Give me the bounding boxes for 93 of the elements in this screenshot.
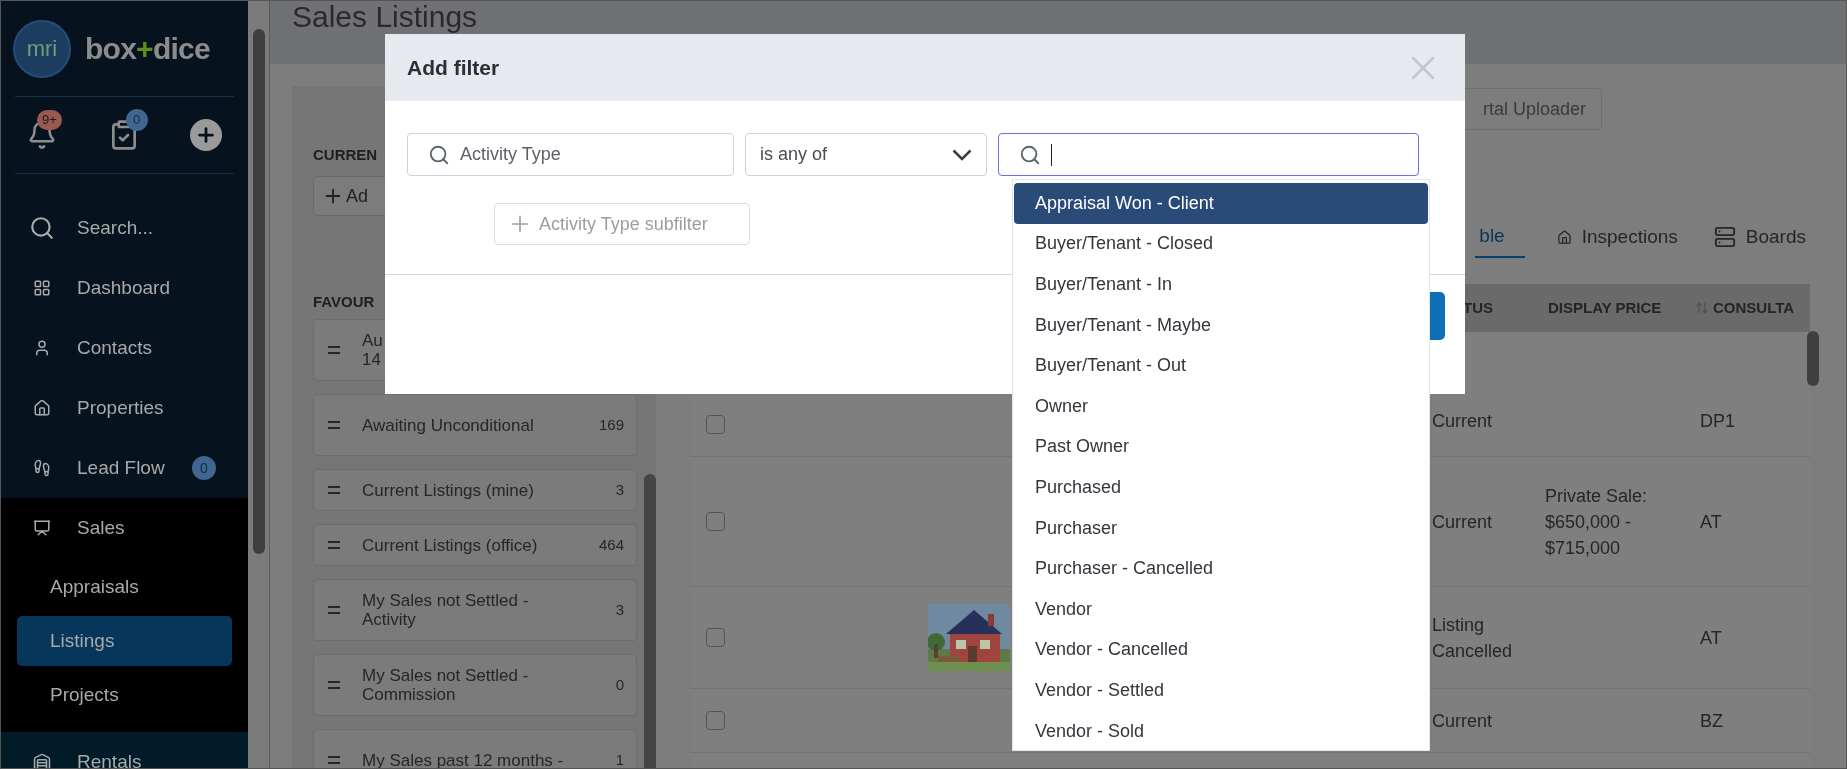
subnav-item[interactable]: Listings xyxy=(17,616,232,666)
search-icon xyxy=(29,215,55,241)
drag-handle-icon xyxy=(328,681,340,689)
section-heading: FAVOUR xyxy=(313,292,375,312)
drag-handle-icon xyxy=(328,486,340,494)
text-cursor xyxy=(1051,143,1052,166)
nav-label: Lead Flow xyxy=(77,455,165,480)
filter-name: My Sales not Settled - Activity xyxy=(362,591,530,629)
table-scrollbar xyxy=(1807,331,1819,386)
view-tab[interactable]: Inspections xyxy=(1552,216,1682,258)
dropdown-option[interactable]: Buyer/Tenant - Out xyxy=(1014,345,1428,386)
row-checkbox[interactable] xyxy=(705,711,725,730)
section-heading: CURREN xyxy=(313,145,378,165)
table-cell-text: DP1 xyxy=(1699,410,1736,433)
nav-item[interactable]: Search... xyxy=(1,198,248,258)
dropdown-option[interactable]: Buyer/Tenant - Maybe xyxy=(1014,304,1428,346)
filter-count: 1 xyxy=(615,749,624,768)
field-selector[interactable]: Activity Type xyxy=(407,133,734,176)
nav-item[interactable]: Sales xyxy=(1,498,248,558)
filter-count: 464 xyxy=(598,534,624,555)
nav-item[interactable]: Rentals xyxy=(1,732,248,768)
page-title: Sales Listings xyxy=(292,2,478,32)
dropdown-option[interactable]: Vendor - Cancelled xyxy=(1014,629,1428,671)
filter-name: Au 14 xyxy=(362,331,384,369)
sort-icon xyxy=(1695,301,1709,315)
favourite-filter[interactable]: My Sales not Settled - Commission 0 xyxy=(313,654,637,716)
search-icon xyxy=(1019,143,1041,166)
table-cell-text: Listing Cancelled xyxy=(1432,613,1514,663)
favourite-filter[interactable]: Awaiting Unconditional 169 xyxy=(313,394,637,456)
dropdown-option[interactable]: Purchaser - Cancelled xyxy=(1014,548,1428,589)
dropdown-option[interactable]: Purchaser xyxy=(1014,507,1428,549)
dropdown-option[interactable]: Buyer/Tenant - Closed xyxy=(1014,223,1428,265)
operator-select[interactable]: is any of xyxy=(745,133,987,176)
subnav-item[interactable]: Projects xyxy=(17,670,232,720)
table-cell-text: Private Sale: $650,000 - $715,000 xyxy=(1545,484,1649,560)
table-cell-text: Current xyxy=(1432,410,1494,433)
dropdown-option[interactable]: Vendor - Settled xyxy=(1014,670,1428,711)
row-checkbox[interactable] xyxy=(705,512,725,531)
count-badge: 0 xyxy=(192,456,216,480)
dropdown-option[interactable]: Vendor xyxy=(1014,588,1428,630)
drag-handle-icon xyxy=(328,541,340,549)
drag-handle-icon xyxy=(328,606,340,614)
dropdown-option[interactable]: Buyer/Tenant - In xyxy=(1014,264,1428,305)
filter-name: Awaiting Unconditional xyxy=(362,415,535,435)
value-search-field[interactable] xyxy=(998,133,1419,176)
plus-icon xyxy=(195,124,217,146)
table-cell-text: Current xyxy=(1432,510,1494,534)
dropdown-option[interactable]: Purchased xyxy=(1014,467,1428,508)
dropdown-option[interactable]: Vendor - Sold xyxy=(1014,710,1428,752)
row-checkbox[interactable] xyxy=(705,415,725,434)
filter-count: 169 xyxy=(598,414,624,435)
filter-count: 0 xyxy=(615,674,624,695)
dropdown-option[interactable]: Owner xyxy=(1014,385,1428,427)
drag-handle-icon xyxy=(328,346,340,354)
drag-handle-icon xyxy=(328,421,340,429)
server-icon xyxy=(1713,226,1736,248)
nav-label: Sales xyxy=(77,515,125,540)
nav-label: Properties xyxy=(77,395,164,420)
subnav-item[interactable]: Appraisals xyxy=(17,562,232,612)
nav-item[interactable]: Contacts xyxy=(1,318,248,378)
nav-label: Search... xyxy=(77,215,154,240)
dropdown-option[interactable]: Appraisal Won - Client xyxy=(1014,183,1428,224)
dialog-title: Add filter xyxy=(407,54,500,81)
chevron-icon xyxy=(952,148,972,161)
nav-label: Rentals xyxy=(77,749,142,768)
nav-item[interactable]: Lead Flow 0 xyxy=(1,438,248,498)
add-button[interactable] xyxy=(190,119,222,151)
house-icon xyxy=(1556,229,1572,245)
nav-label: Dashboard xyxy=(77,275,170,300)
filter-name: Current Listings (mine) xyxy=(362,480,535,500)
table-cell-text: AT xyxy=(1699,626,1723,650)
nav-label: Contacts xyxy=(77,335,152,360)
table-cell-text: BZ xyxy=(1699,709,1724,733)
search-icon xyxy=(428,143,450,166)
drag-handle-icon xyxy=(328,756,340,764)
row-checkbox[interactable] xyxy=(705,628,725,647)
filter-count: 3 xyxy=(615,599,624,620)
nav-item[interactable]: Properties xyxy=(1,378,248,438)
dropdown-option[interactable]: Past Owner xyxy=(1014,426,1428,468)
notification-badge: 9+ xyxy=(37,110,62,130)
filter-name: My Sales not Settled - Commission xyxy=(362,666,530,704)
brand-name: box+dice xyxy=(85,31,210,67)
tasks-badge: 0 xyxy=(125,109,148,131)
favourite-filter[interactable]: Current Listings (office) 464 xyxy=(313,524,637,566)
table-cell-text: Current xyxy=(1432,709,1494,733)
favourite-filter[interactable]: My Sales not Settled - Activity 3 xyxy=(313,579,637,641)
view-tab[interactable]: Boards xyxy=(1709,216,1810,258)
table-cell-text: AT xyxy=(1699,510,1723,534)
filter-count: 3 xyxy=(615,479,624,500)
nav-item[interactable]: Dashboard xyxy=(1,258,248,318)
filter-name: Current Listings (office) xyxy=(362,535,539,555)
favourite-filter[interactable]: Current Listings (mine) 3 xyxy=(313,469,637,511)
logo: mri xyxy=(13,19,71,78)
